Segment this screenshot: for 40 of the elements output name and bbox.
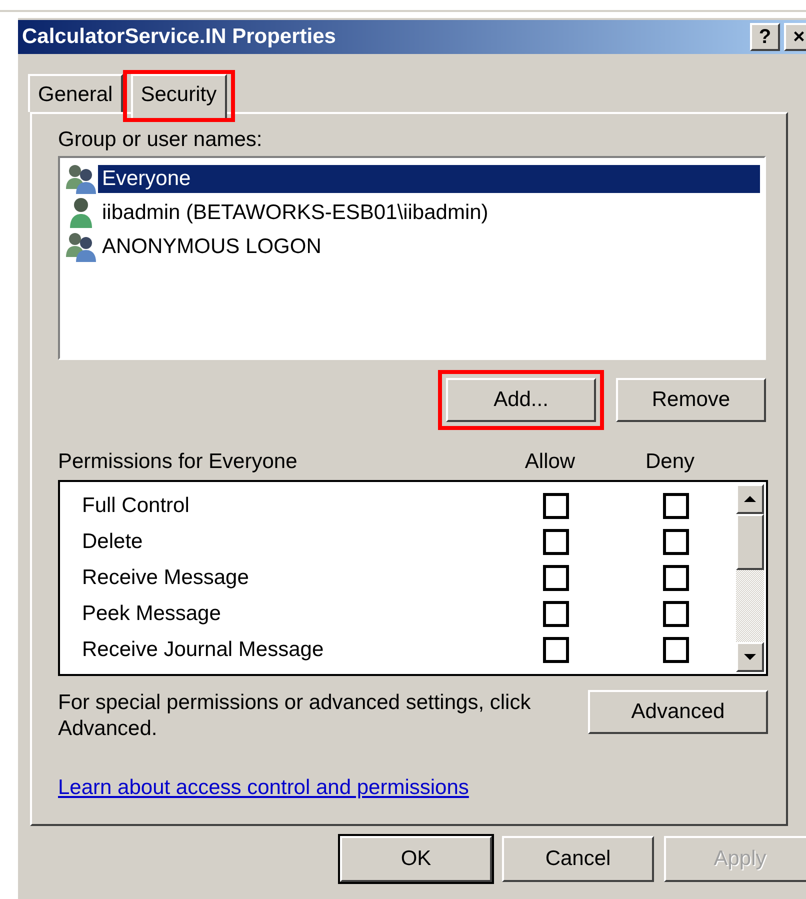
permission-name: Receive Journal Message	[82, 638, 325, 662]
advanced-hint: For special permissions or advanced settings, click Advanced.	[58, 690, 532, 742]
close-button[interactable]: ×	[784, 23, 806, 51]
list-item[interactable]: ANONYMOUS LOGON	[98, 233, 326, 261]
remove-button[interactable]: Remove	[616, 378, 766, 422]
users-icon	[64, 163, 98, 195]
permission-name: Receive Message	[82, 566, 250, 590]
list-item[interactable]: iibadmin (BETAWORKS-ESB01\iibadmin)	[98, 199, 492, 227]
permission-name: Full Control	[82, 494, 190, 518]
permission-name: Peek Message	[82, 602, 222, 626]
permissions-label: Permissions for Everyone	[58, 450, 298, 475]
window-title: CalculatorService.IN Properties	[22, 25, 337, 49]
users-icon	[64, 231, 98, 263]
allow-checkbox[interactable]	[543, 565, 569, 591]
deny-checkbox[interactable]	[663, 529, 689, 555]
deny-checkbox[interactable]	[663, 601, 689, 627]
help-button[interactable]: ?	[750, 23, 780, 51]
allow-checkbox[interactable]	[543, 601, 569, 627]
group-list-label: Group or user names:	[58, 128, 264, 153]
column-header: Allow	[524, 450, 576, 475]
permission-name: Delete	[82, 530, 144, 554]
help-link[interactable]: Learn about access control and permissions	[58, 776, 469, 800]
scroll-up-icon[interactable]	[744, 495, 756, 503]
list-item[interactable]: Everyone	[98, 165, 760, 193]
allow-checkbox[interactable]	[543, 529, 569, 555]
scroll-down-icon[interactable]	[744, 653, 756, 661]
deny-checkbox[interactable]	[663, 565, 689, 591]
advanced-button[interactable]: Advanced	[588, 690, 768, 734]
scroll-thumb[interactable]	[736, 514, 764, 570]
allow-checkbox[interactable]	[543, 493, 569, 519]
column-header: Deny	[644, 450, 696, 475]
tab[interactable]: Security	[130, 74, 227, 118]
cancel-button[interactable]: Cancel	[502, 836, 654, 882]
deny-checkbox[interactable]	[663, 637, 689, 663]
allow-checkbox[interactable]	[543, 637, 569, 663]
add-button[interactable]: Add...	[446, 378, 596, 422]
tab[interactable]: General	[28, 74, 123, 112]
deny-checkbox[interactable]	[663, 493, 689, 519]
scrollbar[interactable]	[736, 484, 764, 672]
ok-button[interactable]: OK	[340, 836, 492, 882]
